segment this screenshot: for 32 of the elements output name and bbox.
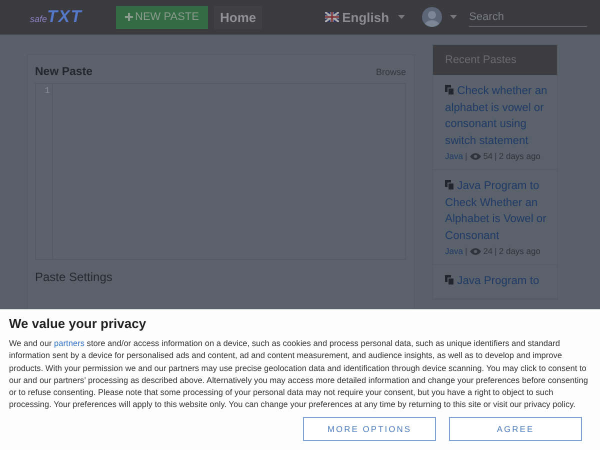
avatar-icon xyxy=(422,7,442,27)
user-menu[interactable] xyxy=(422,7,458,27)
plus-icon xyxy=(125,13,133,21)
separator: | xyxy=(494,151,497,161)
caret-icon xyxy=(450,15,458,19)
paste-link[interactable]: Java Program to xyxy=(445,273,549,290)
separator: | xyxy=(494,246,497,256)
language-dropdown[interactable]: English xyxy=(325,10,406,24)
new-paste-button[interactable]: NEW PASTE xyxy=(116,6,208,28)
dialog-title: We value your privacy xyxy=(9,316,148,331)
separator: | xyxy=(464,246,468,256)
partners-link[interactable]: partners xyxy=(54,338,84,348)
copy-icon xyxy=(445,85,454,95)
consent-text: We and our partners store and/or access information on a device, such as cookies and process personal data, such as unique identifiers and standard information sent by a device for personalised ads and content, ad and content measurement, and audience insights, as well as to develop and improve products. With your permission we and our partners may use precise geolocation data and identification through device scanning. You may click to consent to our and our partners’ processing as described above. Alternatively you may access more detailed information and change your preferences before consenting or to refuse consenting. Please note that some processing of your personal data may not require your consent, but you have a right to object to such processing. Your preferences will apply to this website only. You can change your preferences at any time by returning to this site or visit our privacy policy. xyxy=(9,337,589,411)
home-link[interactable]: Home xyxy=(214,6,262,28)
agree-button[interactable]: AGREE xyxy=(449,416,582,441)
caret-icon xyxy=(398,15,406,19)
flag-icon xyxy=(325,12,340,22)
card-title: New Paste xyxy=(35,66,93,78)
eye-icon xyxy=(470,248,482,254)
paste-link[interactable]: Java Program to Check Whether an Alphabet is Vowel or Consonant xyxy=(445,178,549,244)
copy-icon xyxy=(445,180,454,190)
paste-link[interactable]: Check whether an alphabet is vowel or consonant using switch statement xyxy=(445,83,549,149)
logo[interactable]: safeTXT xyxy=(30,7,116,27)
language-link[interactable]: Java xyxy=(445,151,463,161)
copy-icon xyxy=(445,275,454,285)
section-heading: Paste Settings xyxy=(35,270,114,284)
language-link[interactable]: Java xyxy=(445,246,463,256)
separator: | xyxy=(464,151,468,161)
eye-icon xyxy=(470,152,482,160)
search-field[interactable]: Search xyxy=(469,8,588,26)
more-options-button[interactable]: MORE OPTIONS xyxy=(303,416,436,441)
